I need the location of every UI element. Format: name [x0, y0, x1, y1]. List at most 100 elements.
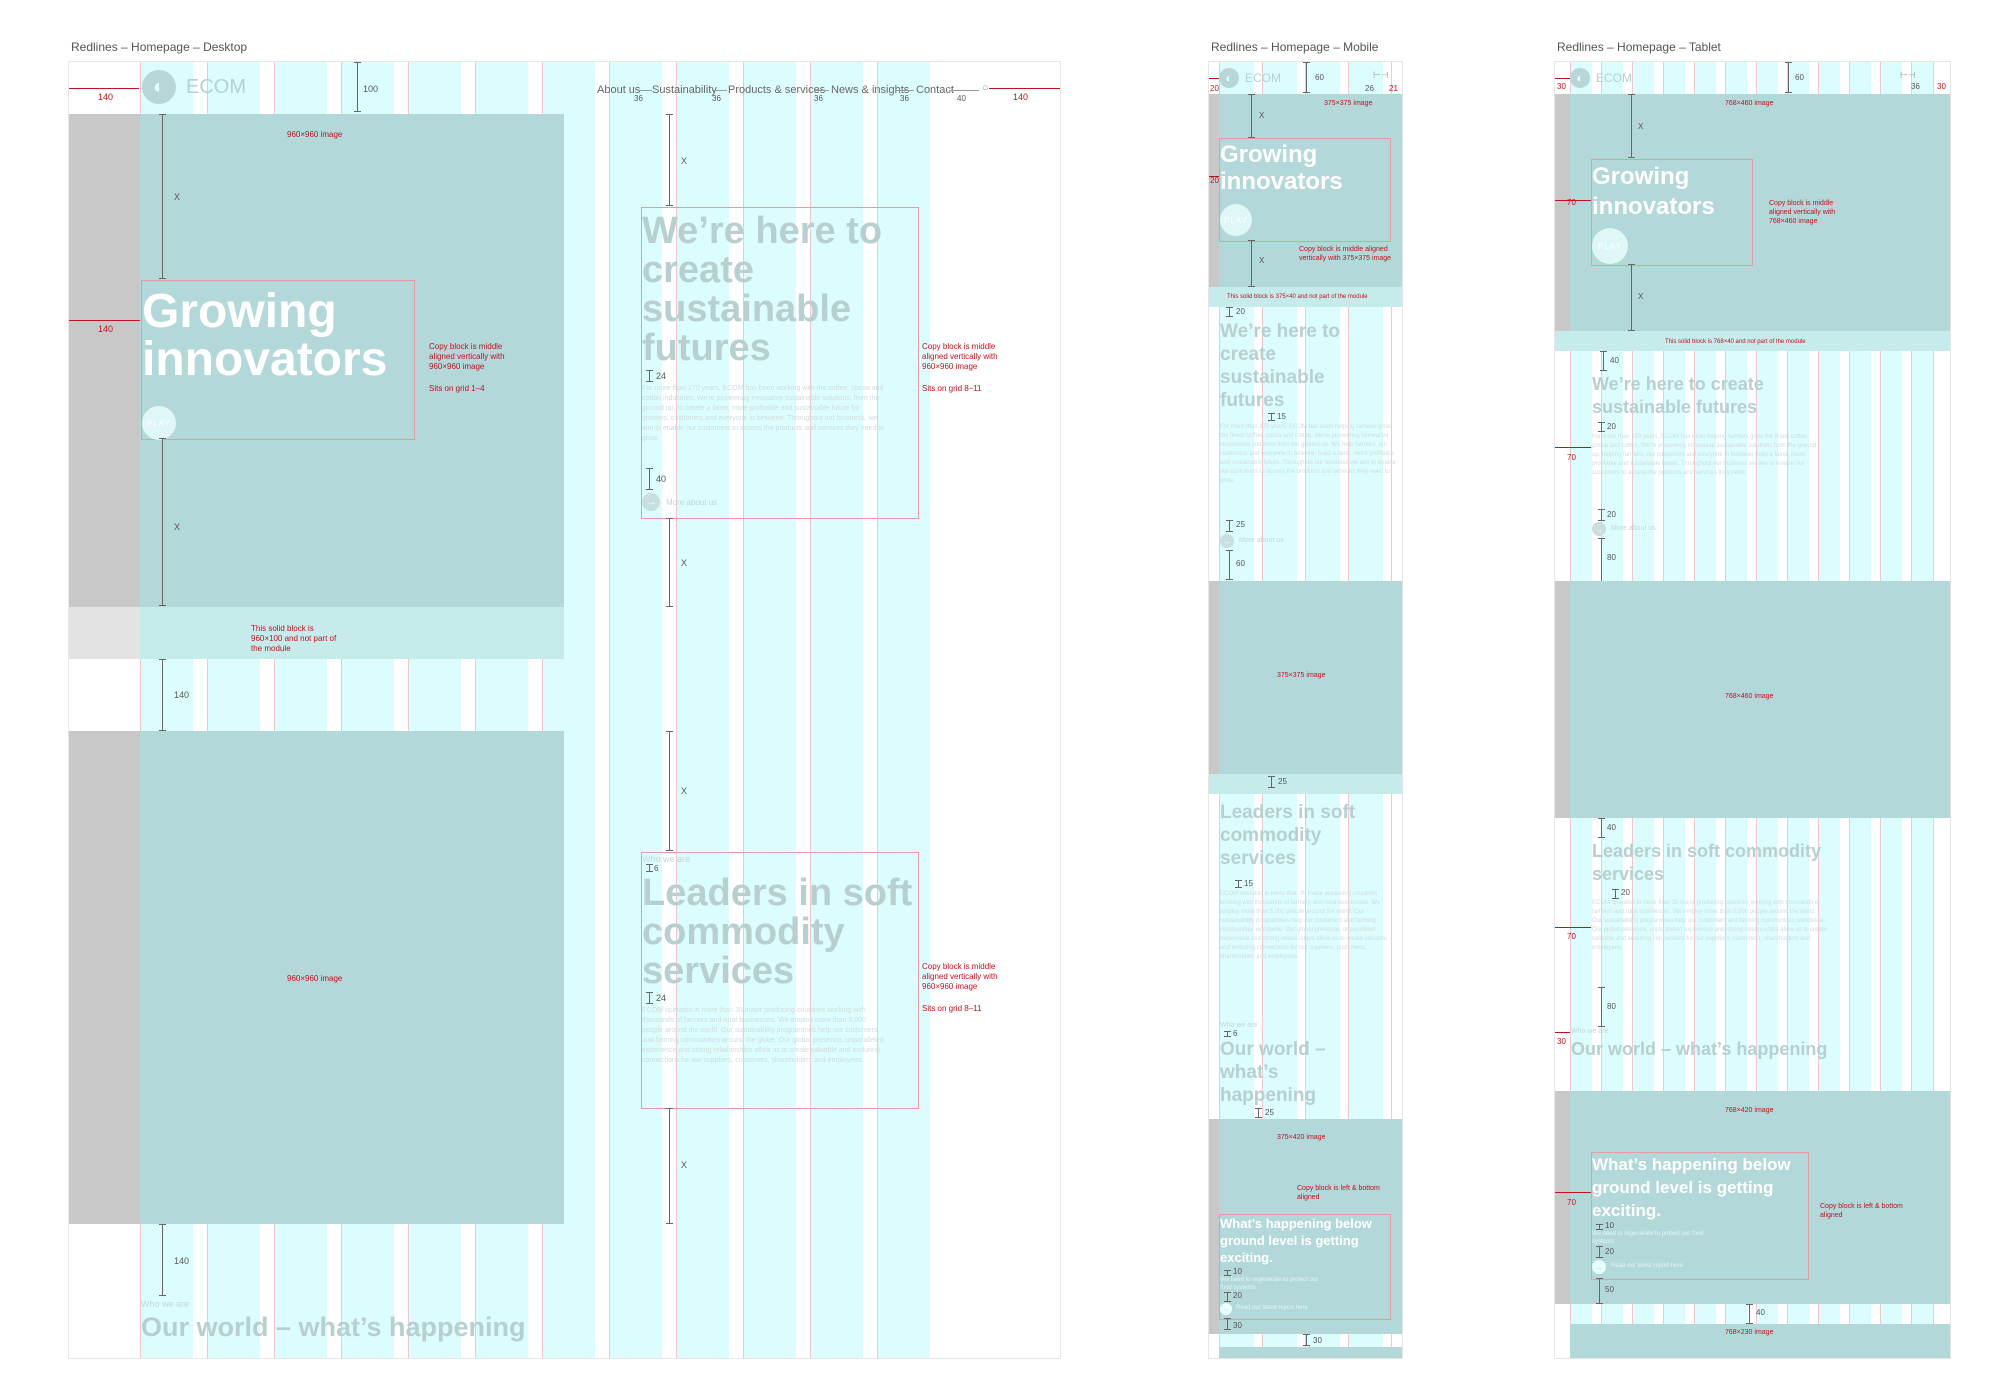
spacing-guide [1235, 880, 1242, 888]
spacing-guide [1596, 1278, 1603, 1304]
world-cta-link[interactable]: Read our latest report here [1236, 1305, 1308, 1311]
about-title: We’re here to create sustainable futures [1592, 374, 1764, 417]
arrow-right-icon[interactable]: → [1220, 534, 1234, 548]
world-cta-link[interactable]: Read our latest report here [1611, 1263, 1683, 1269]
ecom-logo[interactable]: ◐ ECOM [1219, 68, 1281, 88]
gap-label: 20 [1621, 888, 1630, 897]
hero-title: Growing innovators [142, 285, 388, 386]
second-title: Leaders in soft commodity services [1220, 802, 1356, 869]
gap-label: 40 [656, 474, 667, 484]
about-cta-link[interactable]: More about us [1611, 525, 1656, 532]
margin-label: 20 [1210, 84, 1219, 93]
right-margin-label: 140 [1013, 92, 1029, 102]
nav-products-services[interactable]: Products & services [728, 84, 825, 96]
spacing-guide [159, 114, 166, 279]
arrow-right-icon[interactable]: → [642, 493, 660, 511]
hero-image-label: 960×960 image [287, 130, 343, 139]
about-cta-link[interactable]: More about us [666, 498, 717, 507]
spacing-guide [949, 90, 979, 91]
gap-label: 40 [1610, 356, 1619, 365]
margin-label: 30 [1557, 1037, 1566, 1046]
world-eyebrow: Who we are [1571, 1028, 1609, 1035]
next-image [1219, 1347, 1402, 1358]
image-bleed-area [1209, 581, 1219, 774]
globe-logo-icon: ◐ [1570, 68, 1590, 88]
spacing-guide [1596, 1246, 1603, 1258]
ecom-logo[interactable]: ◐ ECOM [142, 70, 246, 104]
about-cta-link[interactable]: More about us [1239, 537, 1284, 544]
menu-icon[interactable]: ⊢⊣ [1373, 70, 1389, 81]
spacing-guide [1598, 987, 1605, 1027]
nav-gap-label: 40 [957, 94, 966, 103]
x-label: X [174, 522, 181, 532]
second-title: Leaders in soft commodity services [642, 872, 913, 992]
mobile-frame: ◐ ECOM 20 60 26 21 ⊢⊣ 375×375 image X Gr… [1208, 61, 1403, 1359]
spacing-guide [1226, 550, 1233, 580]
ecom-logo[interactable]: ◐ ECOM [1570, 68, 1632, 88]
play-button[interactable]: PLAY [1220, 204, 1252, 236]
hero-image-label: 375×375 image [1324, 100, 1373, 107]
gap-label: 30 [1233, 1321, 1242, 1330]
world-title: Our world – what’s happening [141, 1312, 526, 1342]
band-note: This solid block is 375×40 and not part … [1227, 294, 1368, 300]
header-height-label: 60 [1795, 73, 1804, 82]
about-grid-note: Sits on grid 8–11 [922, 384, 982, 393]
header-height-guide [354, 62, 361, 112]
margin-label: 70 [1567, 1198, 1576, 1207]
x-label: X [174, 192, 181, 202]
globe-logo-icon: ◐ [1219, 68, 1239, 88]
second-title: Leaders in soft commodity services [1592, 841, 1822, 884]
nav-sustainability[interactable]: Sustainability [652, 84, 717, 96]
gap-label: 140 [174, 1256, 190, 1266]
world-card-body: We need to regenerate to protect our foo… [1220, 1277, 1319, 1291]
spacing-guide [1226, 520, 1233, 532]
spacing-guide [1224, 1292, 1231, 1302]
header-height-label: 60 [1315, 73, 1324, 82]
spacing-guide [159, 1224, 166, 1296]
gap-label: 24 [656, 371, 667, 381]
second-image-label: 768×460 image [1725, 693, 1774, 700]
play-button[interactable]: PLAY [1592, 228, 1628, 264]
about-title: We’re here to create sustainable futures [642, 210, 883, 369]
nav-gap-label: 36 [814, 94, 823, 103]
second-image-label: 960×960 image [287, 974, 343, 983]
spacing-guide [1224, 1318, 1231, 1330]
gap-label: 40 [1607, 823, 1616, 832]
spacing-guide [896, 90, 914, 91]
arrow-right-icon[interactable]: → [1220, 1303, 1232, 1315]
spacing-guide [1598, 509, 1605, 521]
gap-label: 20 [1233, 1291, 1242, 1300]
x-label: X [1259, 111, 1265, 120]
x-label: X [1638, 292, 1644, 301]
margin-guide [1555, 447, 1591, 448]
world-image-label: 768×420 image [1725, 1107, 1774, 1114]
margin-label: 70 [1567, 932, 1576, 941]
arrow-right-icon[interactable]: → [1592, 1260, 1606, 1274]
world-card-body: We need to regenerate to protect our foo… [1592, 1231, 1704, 1245]
second-body: ECOM operates in more than 35 major prod… [1220, 891, 1388, 960]
gap-label: 80 [1607, 553, 1616, 562]
spacing-guide [1303, 1334, 1310, 1346]
spacing-guide [814, 90, 829, 91]
spacing-guide [666, 518, 673, 607]
spacing-guide [1612, 889, 1619, 899]
gap-label: 60 [1236, 559, 1245, 568]
hero-title: Growing innovators [1220, 141, 1343, 195]
world-card-title: What’s happening below ground level is g… [1592, 1155, 1791, 1220]
second-eyebrow: Who we are [1220, 1022, 1258, 1029]
world-copy-note: Copy block is left & bottom aligned [1820, 1203, 1903, 1219]
spacing-guide [1255, 1108, 1262, 1118]
left-margin-label: 140 [98, 92, 114, 102]
gap-label: 20 [1605, 1247, 1614, 1256]
arrow-right-icon[interactable]: → [1592, 522, 1606, 536]
spacing-guide [1268, 413, 1275, 421]
gap-label: 20 [1607, 510, 1616, 519]
menu-icon[interactable]: ⊢⊣ [1900, 70, 1916, 81]
play-button[interactable]: PLAY [142, 406, 176, 440]
gap-label: 20 [1607, 422, 1616, 431]
spacing-guide [646, 864, 653, 872]
search-icon[interactable]: ○ [982, 82, 989, 94]
image-bleed-area [1209, 1119, 1219, 1334]
desktop-frame-title: Redlines – Homepage – Desktop [71, 40, 248, 54]
gap-label: 30 [1313, 1336, 1322, 1345]
